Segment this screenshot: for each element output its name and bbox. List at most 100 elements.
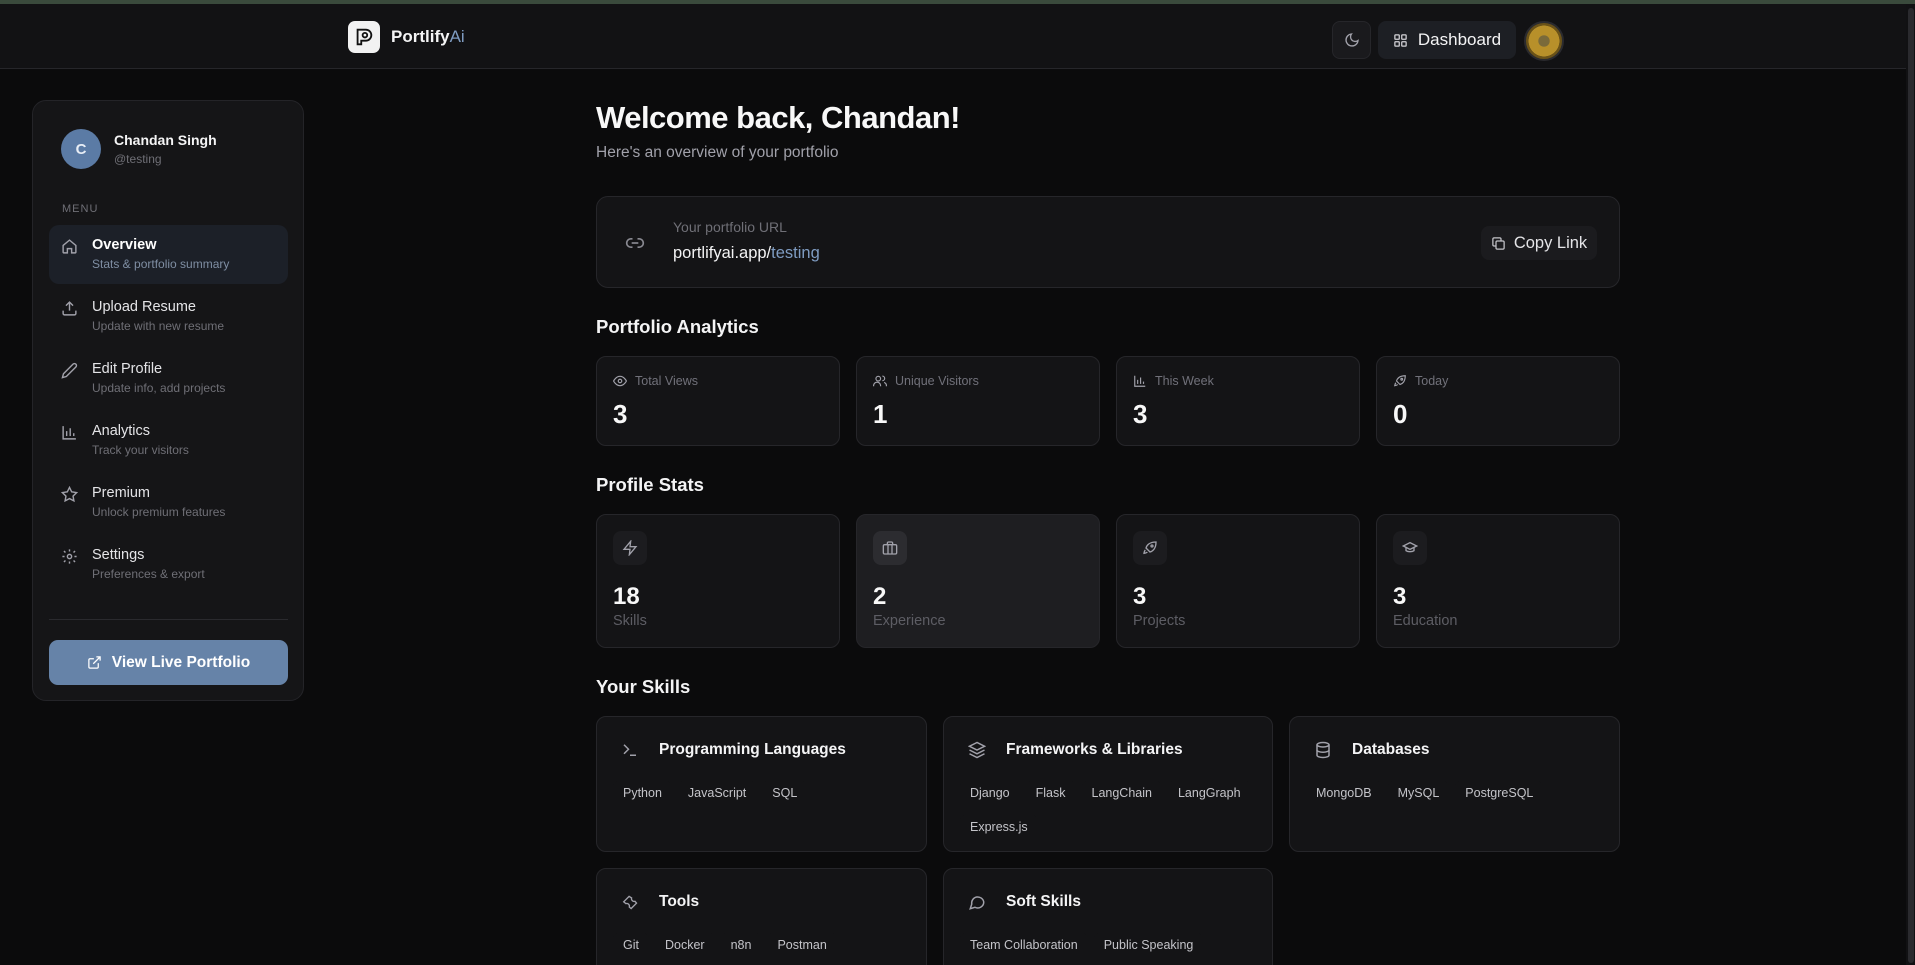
database-icon [1316,741,1330,759]
skill-group-soft-skills: Soft Skills Team Collaboration Public Sp… [943,868,1273,965]
brand-name: PortlifyAi [391,27,465,46]
profile-stat-projects[interactable]: 3 Projects [1116,514,1360,648]
profile-stat-label: Projects [1133,613,1186,629]
profile-stats-section-title: Profile Stats [596,474,704,495]
skill-group-title: Programming Languages [659,741,846,758]
dashboard-button[interactable]: Dashboard [1378,21,1516,59]
skill-tag: SQL [762,781,808,805]
sidebar-item-subtitle: Preferences & export [92,567,205,581]
sidebar-item-edit-profile[interactable]: Edit Profile Update info, add projects [49,349,288,408]
user-avatar-menu[interactable] [1524,21,1564,61]
pencil-icon [61,362,78,379]
skill-tag: LangGraph [1167,781,1251,805]
skill-tag: MongoDB [1306,781,1382,805]
user-name: Chandan Singh [114,132,217,148]
skill-group-databases: Databases MongoDB MySQL PostgreSQL [1289,716,1620,852]
top-navbar: PortlifyAi Dashboard [0,4,1915,69]
skill-tag: Docker [654,933,715,957]
sidebar-item-overview[interactable]: Overview Stats & portfolio summary [49,225,288,284]
sidebar-profile: C Chandan Singh @testing [61,129,217,169]
users-icon [873,375,887,387]
stat-value: 3 [1133,399,1148,429]
skills-section-title: Your Skills [596,676,691,697]
portfolio-url-label: Your portfolio URL [673,219,787,235]
sidebar-item-subtitle: Update info, add projects [92,381,226,395]
stat-value: 1 [873,399,888,429]
sidebar-item-title: Upload Resume [92,299,196,315]
profile-stat-experience[interactable]: 2 Experience [856,514,1100,648]
grid-icon [1394,33,1407,47]
star-icon [61,486,78,503]
profile-stat-skills[interactable]: 18 Skills [596,514,840,648]
profile-stat-education[interactable]: 3 Education [1376,514,1620,648]
link-icon [625,238,645,248]
sidebar-item-upload-resume[interactable]: Upload Resume Update with new resume [49,287,288,346]
profile-stat-label: Education [1393,613,1458,629]
terminal-icon [623,744,636,756]
analytics-section-title: Portfolio Analytics [596,316,759,337]
stat-label: This Week [1155,374,1214,388]
stat-value: 3 [613,399,628,429]
sidebar-item-subtitle: Unlock premium features [92,505,226,519]
stat-label: Unique Visitors [895,374,979,388]
user-handle: @testing [114,152,162,166]
page-scrollbar-thumb[interactable] [1908,8,1914,963]
gear-icon [62,549,77,564]
bar-chart-icon [1134,375,1146,387]
sidebar-divider [49,619,288,620]
bar-chart-icon [62,426,76,440]
skill-tag: JavaScript [677,781,757,805]
sidebar-item-analytics[interactable]: Analytics Track your visitors [49,411,288,470]
avatar: C [61,129,101,169]
copy-icon [1492,236,1505,250]
profile-stat-value: 18 [613,583,640,610]
copy-link-button[interactable]: Copy Link [1481,226,1597,260]
stat-card-unique-visitors: Unique Visitors 1 [856,356,1100,446]
skill-group-title: Tools [659,893,700,910]
upload-icon [62,301,77,316]
home-icon [62,239,77,254]
brand[interactable]: PortlifyAi [348,21,465,53]
brand-logo-icon [348,21,380,53]
layers-icon [968,741,986,759]
sidebar-menu: Overview Stats & portfolio summary Upload… [49,225,288,597]
skill-tag: PostgreSQL [1455,781,1544,805]
sidebar: C Chandan Singh @testing MENU Overview St… [32,100,304,701]
dashboard-label: Dashboard [1417,30,1502,49]
stat-label: Total Views [635,374,698,388]
skill-tag: Python [613,781,672,805]
external-link-icon [88,656,101,669]
view-live-portfolio-label: View Live Portfolio [111,653,251,671]
skill-group-programming-languages: Programming Languages Python JavaScript … [596,716,927,852]
stat-value: 0 [1393,399,1408,429]
profile-stat-value: 3 [1133,583,1147,610]
page-title: Welcome back, Chandan! [596,100,960,135]
sidebar-item-title: Edit Profile [92,361,163,377]
skill-group-frameworks: Frameworks & Libraries Django Flask Lang… [943,716,1273,852]
sidebar-item-subtitle: Update with new resume [92,319,225,333]
theme-toggle-button[interactable] [1332,21,1371,59]
stat-label: Today [1415,374,1449,388]
skill-tag: Postman [767,933,837,957]
skill-tag: Express.js [960,815,1038,839]
rocket-icon [1394,375,1406,387]
portfolio-url[interactable]: portlifyai.app/testing [673,244,820,263]
skill-tag: n8n [720,933,762,957]
skill-tag: MySQL [1387,781,1450,805]
profile-stat-label: Experience [873,613,946,629]
chat-bubble-icon [969,896,985,910]
page-subtitle: Here's an overview of your portfolio [596,144,839,161]
profile-stat-label: Skills [613,613,647,629]
menu-section-label: MENU [62,203,99,215]
sidebar-item-settings[interactable]: Settings Preferences & export [49,535,288,594]
skill-tag: Django [960,781,1020,805]
briefcase-icon [882,541,898,555]
sidebar-item-subtitle: Stats & portfolio summary [92,257,230,271]
profile-stat-value: 3 [1393,583,1407,610]
view-live-portfolio-button[interactable]: View Live Portfolio [49,640,288,685]
stat-card-total-views: Total Views 3 [596,356,840,446]
portfolio-url-card: Your portfolio URL portlifyai.app/testin… [596,196,1620,288]
sidebar-item-premium[interactable]: Premium Unlock premium features [49,473,288,532]
skill-tag: Flask [1025,781,1076,805]
profile-stat-value: 2 [873,583,887,610]
